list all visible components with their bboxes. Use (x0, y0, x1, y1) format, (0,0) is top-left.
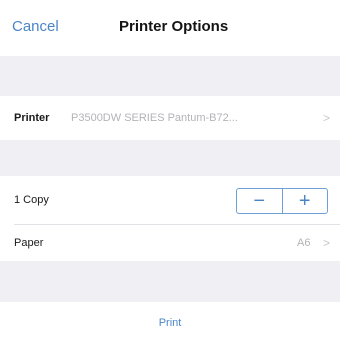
copies-stepper[interactable]: − + (236, 188, 328, 214)
copies-label: 1 Copy (14, 194, 49, 206)
printer-name-value: P3500DW SERIES Pantum-B72... (71, 112, 238, 124)
print-button[interactable]: Print (0, 316, 340, 330)
copies-row: 1 Copy − + (0, 176, 340, 224)
navigation-bar: Cancel Printer Options (0, 0, 340, 56)
paper-row[interactable]: Paper A6 > (0, 225, 340, 261)
section-spacer (0, 140, 340, 176)
paper-size-value: A6 (297, 237, 311, 249)
plus-icon: + (298, 190, 311, 212)
chevron-right-icon: > (323, 111, 331, 125)
section-spacer (0, 261, 340, 302)
section-spacer (0, 56, 340, 96)
chevron-right-icon: > (323, 236, 331, 250)
minus-icon: − (253, 190, 266, 212)
cancel-button[interactable]: Cancel (12, 18, 59, 36)
print-row[interactable]: Print (0, 302, 340, 344)
page-title: Printer Options (119, 18, 229, 35)
printer-label: Printer (14, 112, 50, 124)
increment-button[interactable]: + (283, 189, 328, 213)
printer-row[interactable]: Printer P3500DW SERIES Pantum-B72... > (0, 96, 340, 140)
paper-label: Paper (14, 237, 44, 249)
decrement-button[interactable]: − (237, 189, 282, 213)
printer-options-screen: Cancel Printer Options Printer P3500DW S… (0, 0, 340, 344)
